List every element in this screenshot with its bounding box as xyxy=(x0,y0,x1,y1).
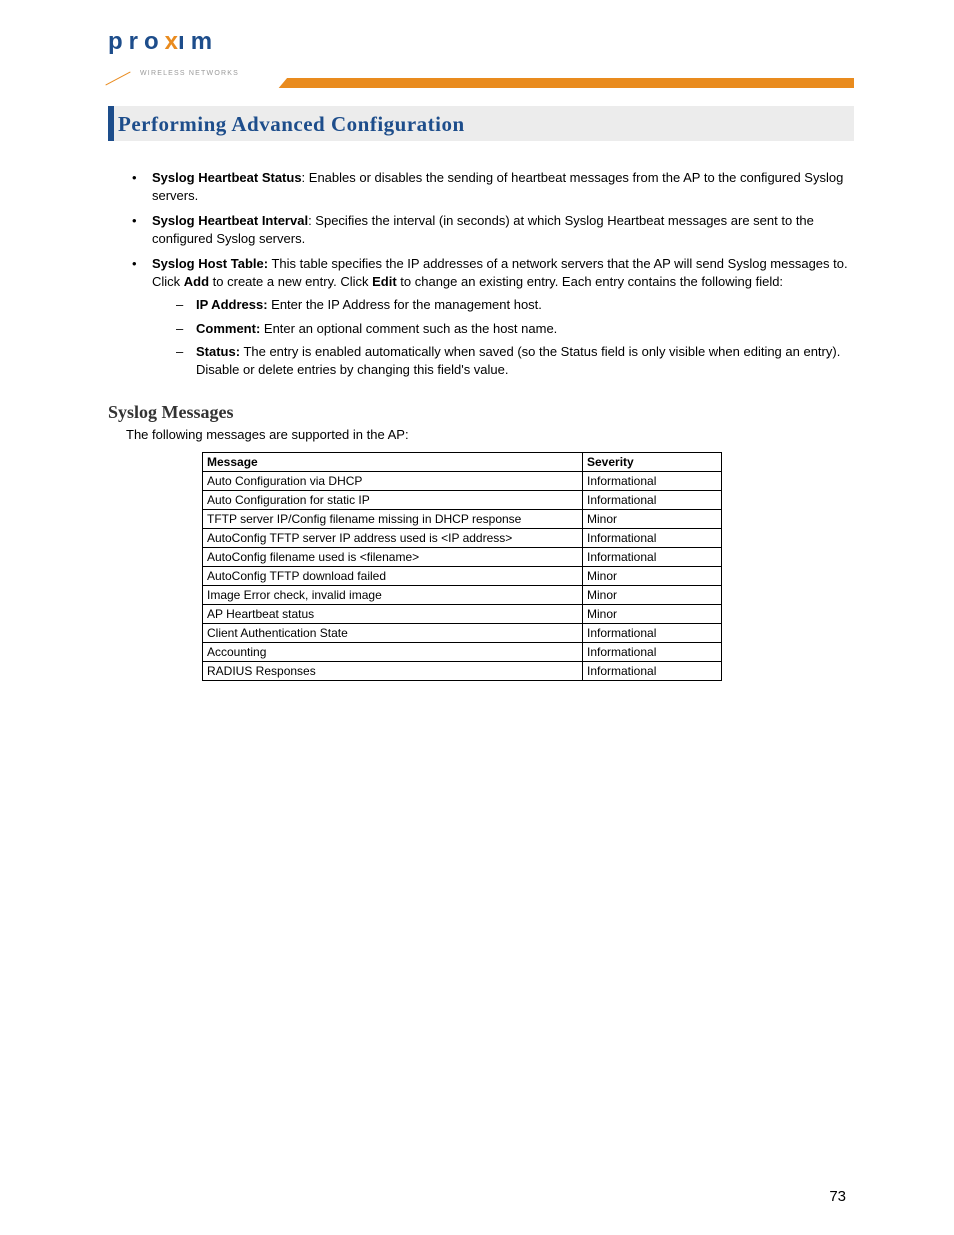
table-row: AutoConfig TFTP download failedMinor xyxy=(203,567,722,586)
bullet-text: to create a new entry. Click xyxy=(209,274,372,289)
table-row: AutoConfig TFTP server IP address used i… xyxy=(203,529,722,548)
table-cell: Auto Configuration via DHCP xyxy=(203,472,583,491)
section-intro: The following messages are supported in … xyxy=(126,427,854,442)
sub-label: IP Address: xyxy=(196,297,268,312)
sub-text: Enter an optional comment such as the ho… xyxy=(260,321,557,336)
table-row: RADIUS ResponsesInformational xyxy=(203,662,722,681)
table-cell: Minor xyxy=(583,605,722,624)
table-cell: Auto Configuration for static IP xyxy=(203,491,583,510)
table-cell: Informational xyxy=(583,548,722,567)
page-title: Performing Advanced Configuration xyxy=(108,106,854,141)
table-cell: Client Authentication State xyxy=(203,624,583,643)
syslog-messages-table: Message Severity Auto Configuration via … xyxy=(202,452,722,681)
table-cell: Minor xyxy=(583,510,722,529)
list-item: IP Address: Enter the IP Address for the… xyxy=(176,296,854,314)
list-item: Status: The entry is enabled automatical… xyxy=(176,343,854,378)
table-row: TFTP server IP/Config filename missing i… xyxy=(203,510,722,529)
table-cell: Minor xyxy=(583,586,722,605)
bullet-label: Syslog Heartbeat Interval xyxy=(152,213,308,228)
list-item: Syslog Heartbeat Status: Enables or disa… xyxy=(128,169,854,204)
table-cell: Image Error check, invalid image xyxy=(203,586,583,605)
table-cell: AutoConfig TFTP server IP address used i… xyxy=(203,529,583,548)
sub-text: Enter the IP Address for the management … xyxy=(268,297,542,312)
table-cell: Accounting xyxy=(203,643,583,662)
brand-text-post: ım xyxy=(178,28,218,55)
bullet-sep: : xyxy=(302,170,309,185)
document-page: proxım WIRELESS NETWORKS Performing Adva… xyxy=(0,0,954,1235)
table-cell: Informational xyxy=(583,472,722,491)
header-bar xyxy=(263,78,854,88)
bullet-bold: Edit xyxy=(372,274,397,289)
table-cell: AutoConfig filename used is <filename> xyxy=(203,548,583,567)
sub-bullet-list: IP Address: Enter the IP Address for the… xyxy=(152,296,854,378)
table-cell: Informational xyxy=(583,662,722,681)
header-bar-fill xyxy=(263,78,854,88)
logo-slash-icon xyxy=(105,71,130,85)
list-item: Syslog Host Table: This table specifies … xyxy=(128,255,854,378)
table-header: Severity xyxy=(583,453,722,472)
list-item: Syslog Heartbeat Interval: Specifies the… xyxy=(128,212,854,247)
table-row: AutoConfig filename used is <filename>In… xyxy=(203,548,722,567)
table-header: Message xyxy=(203,453,583,472)
table-row: Client Authentication StateInformational xyxy=(203,624,722,643)
content-area: Syslog Heartbeat Status: Enables or disa… xyxy=(108,169,854,681)
brand-logo: proxım WIRELESS NETWORKS xyxy=(108,28,239,88)
table-cell: AP Heartbeat status xyxy=(203,605,583,624)
brand-text-pre: pro xyxy=(108,28,165,55)
table-row: Image Error check, invalid imageMinor xyxy=(203,586,722,605)
table-cell: Informational xyxy=(583,624,722,643)
table-cell: Informational xyxy=(583,491,722,510)
table-cell: TFTP server IP/Config filename missing i… xyxy=(203,510,583,529)
list-item: Comment: Enter an optional comment such … xyxy=(176,320,854,338)
table-row: AccountingInformational xyxy=(203,643,722,662)
bullet-label: Syslog Heartbeat Status xyxy=(152,170,302,185)
table-row: AP Heartbeat statusMinor xyxy=(203,605,722,624)
bullet-label: Syslog Host Table: xyxy=(152,256,268,271)
bullet-text: to change an existing entry. Each entry … xyxy=(397,274,783,289)
bullet-list: Syslog Heartbeat Status: Enables or disa… xyxy=(108,169,854,378)
table-row: Auto Configuration for static IPInformat… xyxy=(203,491,722,510)
table-cell: Informational xyxy=(583,643,722,662)
section-heading: Syslog Messages xyxy=(108,402,854,423)
header: proxım WIRELESS NETWORKS xyxy=(108,28,854,88)
table-cell: Minor xyxy=(583,567,722,586)
table-cell: RADIUS Responses xyxy=(203,662,583,681)
sub-label: Status: xyxy=(196,344,240,359)
sub-label: Comment: xyxy=(196,321,260,336)
brand-text-x: x xyxy=(165,28,178,55)
table-header-row: Message Severity xyxy=(203,453,722,472)
table-cell: Informational xyxy=(583,529,722,548)
brand-tagline: WIRELESS NETWORKS xyxy=(140,70,239,77)
table-cell: AutoConfig TFTP download failed xyxy=(203,567,583,586)
page-number: 73 xyxy=(829,1188,846,1205)
sub-text: The entry is enabled automatically when … xyxy=(196,344,840,377)
table-row: Auto Configuration via DHCPInformational xyxy=(203,472,722,491)
bullet-bold: Add xyxy=(184,274,209,289)
